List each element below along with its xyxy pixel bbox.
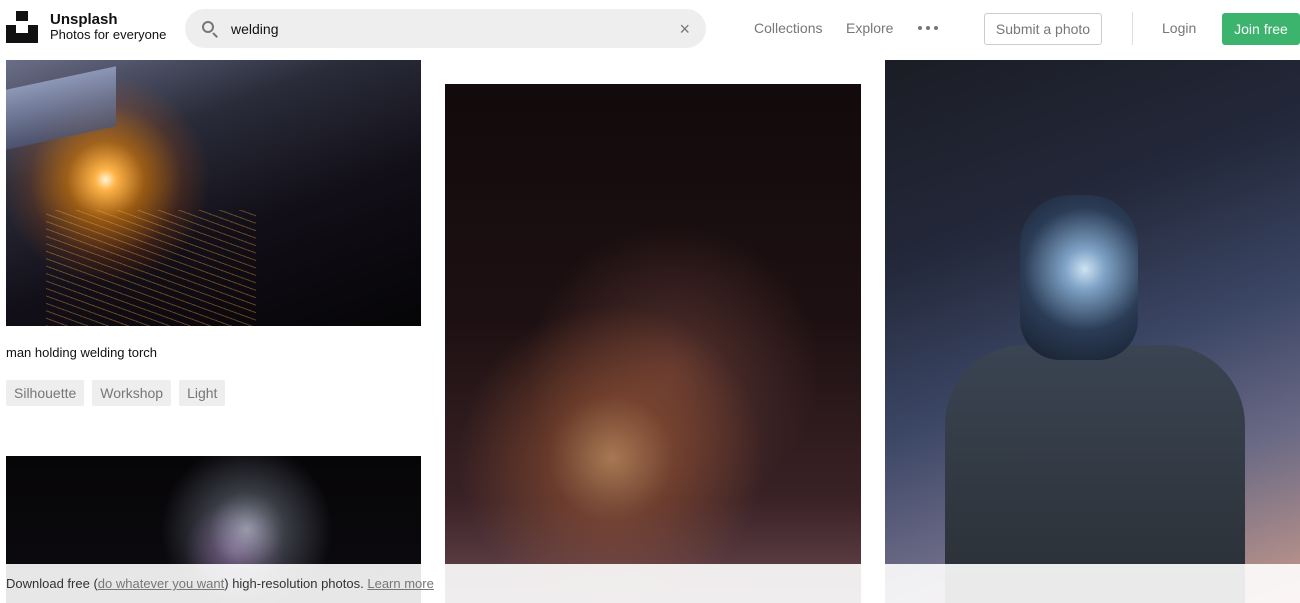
photo-welding-torch[interactable] (6, 60, 421, 326)
unsplash-logo-icon (6, 11, 38, 44)
tag-silhouette[interactable]: Silhouette (6, 380, 85, 406)
header-divider (1132, 12, 1133, 45)
submit-photo-button[interactable]: Submit a photo (984, 13, 1102, 45)
search-icon (201, 20, 219, 38)
download-text-prefix: Download free ( (6, 576, 98, 591)
tag-light[interactable]: Light (179, 380, 226, 406)
download-info-bar: Download free ( do whatever you want ) h… (0, 564, 1300, 603)
more-options-icon[interactable] (918, 26, 938, 30)
tag-workshop[interactable]: Workshop (92, 380, 172, 406)
login-link[interactable]: Login (1162, 20, 1196, 36)
learn-more-link[interactable]: Learn more (367, 576, 433, 591)
top-header: Unsplash Photos for everyone × Collectio… (0, 0, 1300, 58)
join-free-button[interactable]: Join free (1222, 13, 1300, 45)
brand-tagline: Photos for everyone (50, 27, 167, 43)
search-bar: × (185, 9, 706, 48)
photo-welder-helmet[interactable] (885, 60, 1300, 603)
unsplash-page: Unsplash Photos for everyone × Collectio… (0, 0, 1300, 603)
nav-collections[interactable]: Collections (754, 20, 822, 36)
brand-home-link[interactable]: Unsplash Photos for everyone (6, 11, 167, 44)
photo-tags: Silhouette Workshop Light (6, 380, 226, 406)
license-link[interactable]: do whatever you want (98, 576, 224, 591)
download-text-middle: ) high-resolution photos. (224, 576, 364, 591)
nav-explore[interactable]: Explore (846, 20, 893, 36)
photo-welder-sparks[interactable] (445, 84, 861, 603)
brand-name: Unsplash (50, 11, 118, 28)
search-input[interactable] (231, 20, 680, 37)
photo-caption: man holding welding torch (6, 345, 158, 360)
clear-search-icon[interactable]: × (679, 20, 690, 38)
